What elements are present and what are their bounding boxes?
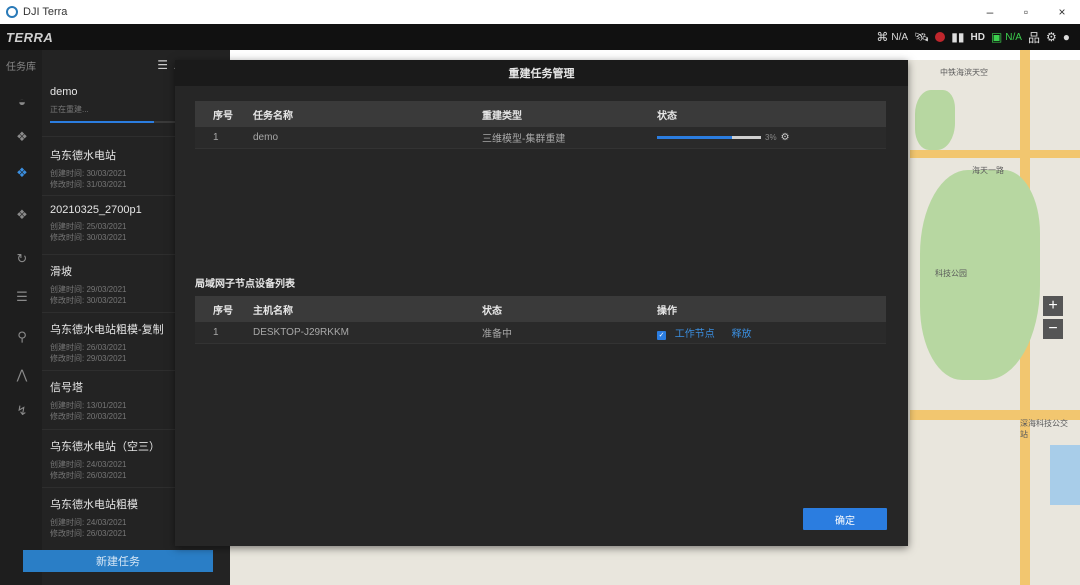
column-header: 操作 [657, 305, 677, 317]
hd-label: HD [970, 31, 985, 43]
worker-node-link[interactable]: 工作节点 [675, 329, 715, 340]
host-name-cell: DESKTOP-J29RKKM [253, 327, 349, 338]
list-view-icon[interactable]: ☰ [157, 58, 168, 73]
device-table: 序号 主机名称 状态 操作 1 DESKTOP-J29RKKM 准备中 ✓ 工作… [195, 296, 886, 344]
app-brand: TERRA [6, 29, 54, 45]
table-row[interactable]: 1 DESKTOP-J29RKKM 准备中 ✓ 工作节点 释放 [195, 322, 886, 344]
app-header: TERRA ⌘ N/A 🛰 ▮▮ HD ▣ N/A 品 ⚙ ● [0, 24, 1080, 50]
rebuild-progress-bar [657, 136, 761, 139]
user-account-icon[interactable]: ● [1063, 30, 1070, 44]
record-indicator-icon [935, 32, 946, 42]
remote-controller-status: ⌘ N/A [876, 30, 908, 44]
os-titlebar: DJI Terra – ▫ × [0, 0, 1080, 24]
worker-node-checkbox[interactable]: ✓ [657, 330, 666, 340]
left-icon-rail: ◒ ❖ ❖ ❖ ↻ ☰ ⚲ ⋀ ↯ [0, 50, 42, 585]
column-header: 任务名称 [253, 110, 293, 122]
signal-strength-icon: ▮▮ [951, 30, 965, 44]
mission-icon[interactable]: ☰ [14, 289, 30, 304]
status-cell: 3% ⚙ [657, 132, 886, 143]
dialog-title: 重建任务管理 [175, 60, 908, 86]
history-icon[interactable]: ↻ [14, 251, 30, 266]
progress-text: 3% [765, 133, 777, 142]
satellite-signal-icon: 🛰 [914, 30, 930, 44]
map-label: 深海科技公交站 [1020, 419, 1068, 439]
rebuild-task-table: 序号 任务名称 重建类型 状态 1 demo 三维模型-集群重建 3% ⚙ [195, 101, 886, 149]
battery-status: ▣ N/A [991, 30, 1022, 44]
column-header: 序号 [213, 305, 233, 317]
window-controls: – ▫ × [972, 0, 1080, 24]
terrain-icon[interactable]: ⋀ [14, 367, 30, 382]
table-row[interactable]: 1 demo 三维模型-集群重建 3% ⚙ [195, 127, 886, 149]
model-alt-icon[interactable]: ❖ [14, 207, 30, 222]
settings-gear-icon[interactable]: ⚙ [1046, 30, 1057, 44]
minimize-button[interactable]: – [972, 0, 1008, 24]
remote-controller-label: N/A [891, 31, 909, 43]
release-link[interactable]: 释放 [732, 329, 752, 340]
device-status-cell: 准备中 [482, 329, 512, 340]
zoom-out-button[interactable]: − [1043, 319, 1063, 339]
map-label: 海天一路 [972, 166, 1004, 175]
layers-icon[interactable]: ◒ [14, 94, 30, 109]
zoom-in-button[interactable]: + [1043, 296, 1063, 316]
row-index: 1 [213, 132, 219, 143]
map-road [230, 50, 1080, 60]
battery-icon: ▣ [990, 30, 1003, 44]
map-label: 科技公园 [935, 269, 967, 278]
close-button[interactable]: × [1044, 0, 1080, 24]
route-icon[interactable]: ↯ [14, 403, 30, 418]
column-header: 状态 [482, 305, 502, 317]
remote-controller-icon: ⌘ [876, 30, 889, 44]
network-icon[interactable]: 品 [1028, 29, 1040, 46]
confirm-button[interactable]: 确定 [803, 508, 887, 530]
model-icon[interactable]: ❖ [14, 165, 30, 180]
action-cell: ✓ 工作节点 释放 [657, 325, 886, 340]
battery-label: N/A [1005, 31, 1022, 43]
rebuild-task-manager-dialog: 重建任务管理 序号 任务名称 重建类型 状态 1 demo 三维模型-集群重建 … [175, 60, 908, 546]
row-index: 1 [213, 327, 219, 338]
column-header: 序号 [213, 110, 233, 122]
table-header: 序号 主机名称 状态 操作 [195, 296, 886, 322]
task-name-cell: demo [253, 132, 279, 143]
column-header: 重建类型 [482, 110, 522, 122]
map-label: 中铁海滨天空 [940, 68, 988, 77]
column-header: 主机名称 [253, 305, 293, 317]
task-progress-bar [50, 121, 180, 123]
window-title: DJI Terra [23, 6, 68, 18]
table-header: 序号 任务名称 重建类型 状态 [195, 101, 886, 127]
task-progress-fill [50, 121, 154, 123]
column-header: 状态 [657, 110, 677, 122]
map-park [915, 90, 955, 150]
rebuild-progress-fill [657, 136, 732, 139]
new-task-button[interactable]: 新建任务 [23, 550, 213, 572]
map-water [1050, 445, 1080, 505]
task-settings-gear-icon[interactable]: ⚙ [781, 132, 790, 143]
header-status: ⌘ N/A 🛰 ▮▮ HD ▣ N/A 品 ⚙ ● [876, 24, 1070, 50]
device-section-title: 局域网子节点设备列表 [195, 279, 295, 290]
app-logo-icon [6, 6, 18, 18]
stack-icon[interactable]: ❖ [14, 129, 30, 144]
panel-title: 任务库 [6, 61, 36, 73]
waypoint-icon[interactable]: ⚲ [14, 329, 30, 344]
rebuild-type-cell: 三维模型-集群重建 [482, 134, 566, 145]
maximize-button[interactable]: ▫ [1008, 0, 1044, 24]
map-road [910, 150, 1080, 158]
